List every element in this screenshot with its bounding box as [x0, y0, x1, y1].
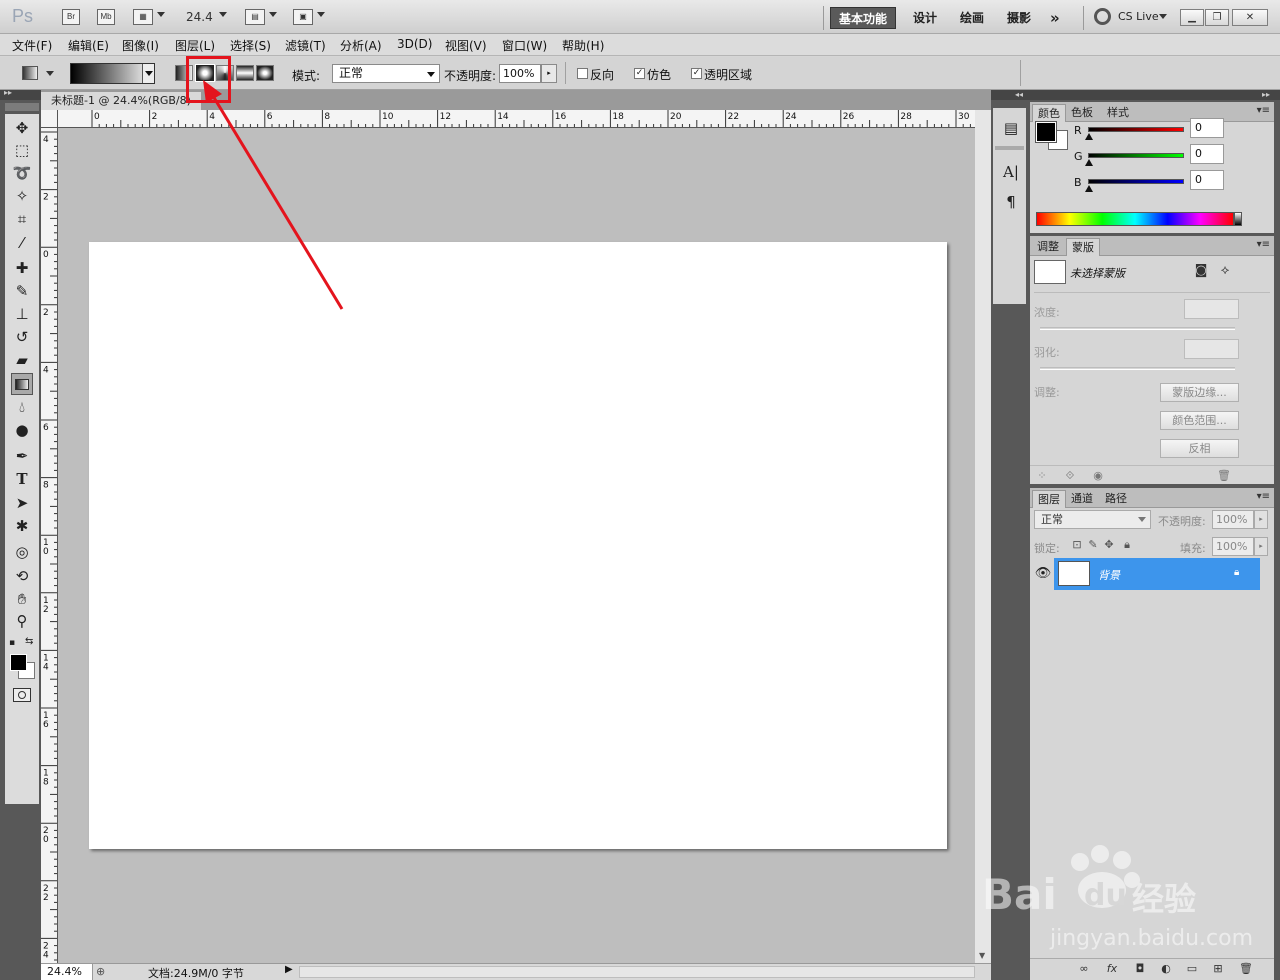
- foreground-color-swatch[interactable]: [1035, 121, 1057, 143]
- density-slider: [1040, 327, 1235, 330]
- color-panel-tabs: 颜色 色板 样式 ▾≡: [1030, 102, 1274, 122]
- layer-opacity-slider-button[interactable]: ▸: [1254, 510, 1268, 529]
- refine-label: 调整:: [1034, 386, 1060, 399]
- red-value[interactable]: 0: [1190, 118, 1224, 138]
- panel-menu-icon[interactable]: ▾≡: [1257, 239, 1270, 250]
- blue-slider[interactable]: [1088, 179, 1184, 184]
- invert-button[interactable]: 反相: [1160, 439, 1239, 458]
- divider: [1034, 292, 1270, 293]
- mask-status: 未选择蒙版: [1070, 267, 1125, 280]
- blue-slider-knob[interactable]: [1085, 185, 1093, 192]
- divider: [995, 146, 1024, 150]
- green-label: G: [1074, 150, 1083, 163]
- lock-pixels-icon[interactable]: ✎: [1086, 538, 1100, 552]
- green-value[interactable]: 0: [1190, 144, 1224, 164]
- history-panel-icon[interactable]: ▤: [1001, 118, 1021, 138]
- apply-mask-icon[interactable]: ⟐: [1062, 468, 1078, 484]
- tab-masks[interactable]: 蒙版: [1066, 238, 1100, 256]
- tab-swatches[interactable]: 色板: [1066, 104, 1098, 122]
- blue-value[interactable]: 0: [1190, 170, 1224, 190]
- tab-styles[interactable]: 样式: [1102, 104, 1134, 122]
- tab-adjustments[interactable]: 调整: [1032, 238, 1064, 256]
- panel-menu-icon[interactable]: ▾≡: [1257, 491, 1270, 502]
- layers-panel-tabs: 图层 通道 路径 ▾≡: [1030, 488, 1274, 508]
- masks-panel-tabs: 调整 蒙版 ▾≡: [1030, 236, 1274, 256]
- layer-opacity-label: 不透明度:: [1158, 515, 1206, 528]
- lock-all-icon[interactable]: 🔒︎: [1120, 538, 1134, 552]
- visibility-eye-icon[interactable]: 👁︎: [1032, 558, 1054, 590]
- vector-mask-icon[interactable]: ⟡: [1216, 262, 1234, 280]
- collapse-dock-icon[interactable]: ▸▸: [1028, 90, 1280, 100]
- fill-input[interactable]: 100%: [1212, 537, 1254, 556]
- baidu-watermark: Bai du 经验 jingyan.baidu.com: [980, 840, 1253, 970]
- density-label: 浓度:: [1034, 306, 1060, 319]
- mask-thumbnail: [1034, 260, 1066, 284]
- expand-panels-icon[interactable]: ◂◂: [991, 90, 1028, 100]
- paragraph-panel-icon[interactable]: ¶: [1001, 192, 1021, 212]
- density-field: [1184, 299, 1239, 319]
- tab-color[interactable]: 颜色: [1032, 104, 1066, 122]
- tab-channels[interactable]: 通道: [1066, 490, 1098, 508]
- masks-panel: 调整 蒙版 ▾≡ 未选择蒙版 ◙ ⟡ 浓度: 羽化: 调整: 蒙版边缘... 颜…: [1030, 236, 1274, 484]
- feather-label: 羽化:: [1034, 346, 1060, 359]
- watermark-site: 经验: [1132, 880, 1197, 918]
- color-range-button[interactable]: 颜色范围...: [1160, 411, 1239, 430]
- feather-slider: [1040, 367, 1235, 370]
- layer-opacity-input[interactable]: 100%: [1212, 510, 1254, 529]
- mask-edge-button[interactable]: 蒙版边缘...: [1160, 383, 1239, 402]
- delete-layer-icon[interactable]: 🗑︎: [1238, 961, 1254, 977]
- layer-thumbnail: [1058, 561, 1090, 586]
- masks-panel-footer: ⁘ ⟐ ◉ 🗑︎: [1030, 465, 1274, 485]
- fill-slider-button[interactable]: ▸: [1254, 537, 1268, 556]
- green-slider-knob[interactable]: [1085, 159, 1093, 166]
- color-spectrum-ramp[interactable]: [1036, 212, 1234, 226]
- feather-field: [1184, 339, 1239, 359]
- layer-lock-icon: 🔒︎: [1234, 567, 1240, 578]
- blend-mode-select[interactable]: 正常: [1034, 510, 1151, 529]
- red-label: R: [1074, 124, 1082, 137]
- lock-label: 锁定:: [1034, 542, 1060, 555]
- tab-paths[interactable]: 路径: [1100, 490, 1132, 508]
- panel-menu-icon[interactable]: ▾≡: [1257, 105, 1270, 116]
- watermark-url: jingyan.baidu.com: [1050, 926, 1254, 951]
- fill-label: 填充:: [1180, 542, 1206, 555]
- pixel-mask-icon[interactable]: ◙: [1192, 262, 1210, 280]
- layer-row[interactable]: 👁︎ 背景 🔒︎: [1032, 558, 1260, 590]
- blue-label: B: [1074, 176, 1082, 189]
- color-panel: 颜色 色板 样式 ▾≡ R 0 G 0 B 0: [1030, 102, 1274, 233]
- strip-panel: ▤ A| ¶: [993, 108, 1026, 304]
- lock-position-icon[interactable]: ✥: [1102, 538, 1116, 552]
- tab-layers[interactable]: 图层: [1032, 490, 1066, 508]
- watermark-brand: Bai: [982, 870, 1057, 919]
- red-slider[interactable]: [1088, 127, 1184, 132]
- character-panel-icon[interactable]: A|: [1001, 162, 1021, 182]
- black-white-ramp[interactable]: [1234, 212, 1242, 226]
- delete-icon[interactable]: 🗑︎: [1216, 468, 1232, 484]
- lock-transparency-icon[interactable]: ⊡: [1070, 538, 1084, 552]
- layer-name[interactable]: 背景: [1098, 567, 1120, 583]
- green-slider[interactable]: [1088, 153, 1184, 158]
- load-selection-icon[interactable]: ⁘: [1034, 468, 1050, 484]
- red-slider-knob[interactable]: [1085, 133, 1093, 140]
- watermark-brand-2: du: [1084, 878, 1127, 913]
- disable-mask-icon[interactable]: ◉: [1090, 468, 1106, 484]
